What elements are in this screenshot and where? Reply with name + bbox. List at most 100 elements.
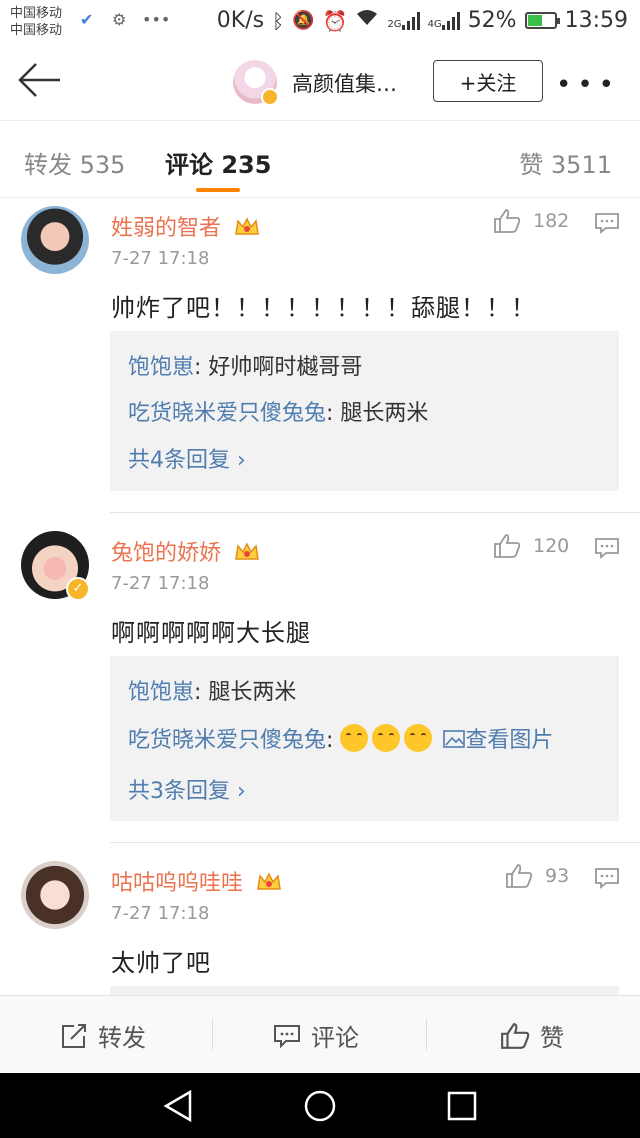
reply-username[interactable]: 吃货晓米爱只傻兔兔: [128, 401, 326, 426]
status-right: 0K/s ᛒ 🔕 ⏰ 2G 4G 52% 13:59: [217, 8, 628, 33]
comment-item: 咕咕呜呜哇哇 7-27 17:18 93 太帅了吧: [0, 843, 640, 995]
like-count: 120: [533, 535, 570, 557]
repost-label: 转发: [98, 1024, 146, 1052]
title-bar: 高颜值集… +关注 •••: [0, 44, 640, 120]
settings-icon: ⚙: [112, 10, 127, 29]
like-bottom-button[interactable]: 赞: [500, 1018, 564, 1053]
reply-line: 饱饱崽: 腿长两米: [128, 674, 296, 706]
tab-repost[interactable]: 转发 535: [24, 145, 125, 180]
reply-comment-icon[interactable]: [594, 537, 620, 559]
network-speed: 0K/s: [216, 8, 265, 33]
verified-badge-icon: [261, 88, 279, 106]
channel-avatar[interactable]: [233, 60, 279, 106]
username-text: 咕咕呜呜哇哇: [111, 871, 244, 896]
like-button[interactable]: 120: [493, 533, 569, 559]
check-badge-icon: ✔: [80, 10, 94, 29]
bottom-action-bar: 转发 评论 赞: [0, 995, 640, 1073]
avatar[interactable]: [21, 206, 89, 274]
like-label: 赞: [540, 1024, 564, 1052]
comment-username[interactable]: 姓弱的智者: [111, 210, 260, 242]
comment-button[interactable]: 评论: [273, 1018, 359, 1053]
avatar[interactable]: [21, 861, 89, 929]
channel-name[interactable]: 高颜值集…: [292, 68, 397, 98]
emoji-icon: [340, 724, 369, 752]
comment-text: 太帅了吧: [111, 949, 211, 977]
tab-likes[interactable]: 赞 3511: [519, 145, 612, 180]
vip-crown-icon: [235, 217, 259, 235]
reply-line: 吃货晓米爱只傻兔兔: 查看图片: [128, 722, 553, 754]
more-notifications-icon: •••: [142, 10, 171, 29]
reply-comment-icon[interactable]: [594, 212, 620, 234]
like-count: 93: [545, 865, 570, 887]
nav-recents-icon[interactable]: [446, 1090, 478, 1122]
status-bar: 中国移动 中国移动 ✔ ⚙ ••• 0K/s ᛒ 🔕 ⏰ 2G 4G 52% 1…: [0, 0, 640, 44]
bluetooth-icon: ᛒ: [272, 8, 285, 33]
action-separator: [426, 1018, 427, 1050]
carrier-labels: 中国移动 中国移动: [10, 5, 62, 39]
like-count: 182: [533, 210, 570, 232]
back-button[interactable]: [14, 60, 64, 100]
comment-label: 评论: [311, 1024, 359, 1052]
reply-text: : 腿长两米: [194, 680, 297, 705]
comment-username[interactable]: 兔饱的娇娇: [111, 535, 260, 567]
reply-username[interactable]: 吃货晓米爱只傻兔兔: [128, 728, 326, 753]
reply-line: 饱饱崽: 好帅啊时樾哥哥: [128, 349, 362, 381]
alarm-icon: ⏰: [322, 8, 348, 33]
emoji-icon: [372, 724, 401, 752]
comment-time: 7-27 17:18: [111, 573, 210, 594]
battery-icon: [524, 12, 560, 29]
verified-badge-icon: ✓: [66, 577, 90, 601]
replies-box[interactable]: 饱饱崽: 好帅啊时樾哥哥 吃货晓米爱只傻兔兔: 腿长两米 共4条回复 ›: [110, 331, 619, 491]
reply-comment-icon[interactable]: [594, 867, 620, 889]
repost-button[interactable]: 转发: [60, 1018, 146, 1053]
comment-text: 啊啊啊啊啊大长腿: [111, 619, 311, 647]
nav-back-icon[interactable]: [160, 1089, 196, 1123]
view-image-label: 查看图片: [465, 728, 554, 753]
tab-comments[interactable]: 评论 235: [165, 145, 271, 180]
thumbs-up-icon: [494, 209, 521, 233]
username-text: 姓弱的智者: [111, 216, 222, 241]
vip-crown-icon: [235, 542, 259, 560]
carrier-1: 中国移动: [10, 6, 63, 21]
view-image-link[interactable]: 查看图片: [443, 728, 553, 753]
nav-home-icon[interactable]: [302, 1088, 338, 1124]
like-button[interactable]: 93: [505, 863, 569, 889]
signal-4g-icon: 4G: [427, 11, 460, 30]
comment-text: 帅炸了吧！！！！！！！！舔腿！！！: [111, 294, 536, 322]
reply-line: 吃货晓米爱只傻兔兔: 腿长两米: [128, 395, 428, 427]
thumbs-up-icon: [501, 1022, 530, 1049]
net-4g-label: 4G: [427, 18, 442, 30]
action-separator: [212, 1018, 213, 1050]
comment-username[interactable]: 咕咕呜呜哇哇: [111, 865, 282, 897]
thumbs-up-icon: [494, 534, 521, 558]
reply-username[interactable]: 饱饱崽: [128, 680, 194, 705]
mute-icon: 🔕: [292, 10, 315, 31]
replies-box[interactable]: 饱饱崽: 腿长两米 吃货晓米爱只傻兔兔: 查看图片 共3条回复 ›: [110, 656, 619, 821]
comment-icon: [274, 1024, 300, 1048]
signal-2g-icon: 2G: [387, 11, 420, 30]
clock: 13:59: [564, 8, 628, 33]
like-button[interactable]: 182: [493, 208, 569, 234]
comment-item: 姓弱的智者 7-27 17:18 182 帅炸了吧！！！！！！！！舔腿！！！ 饱…: [0, 198, 640, 513]
comment-time: 7-27 17:18: [111, 903, 210, 924]
more-menu-icon[interactable]: •••: [556, 70, 620, 100]
more-replies-link[interactable]: 共3条回复 ›: [128, 773, 246, 805]
follow-button[interactable]: +关注: [433, 60, 543, 102]
wifi-icon: [355, 9, 379, 32]
thumbs-up-icon: [506, 864, 533, 888]
back-arrow-icon: [18, 63, 60, 97]
reply-text: :: [326, 728, 341, 753]
active-tab-indicator: [196, 188, 240, 192]
comment-time: 7-27 17:18: [111, 248, 210, 269]
tab-bar: 转发 535 评论 235 赞 3511: [0, 120, 640, 198]
vip-crown-icon: [257, 872, 281, 890]
reply-username[interactable]: 饱饱崽: [128, 355, 194, 380]
system-nav-bar: [0, 1073, 640, 1138]
emoji-icon: [404, 724, 433, 752]
more-replies-link[interactable]: 共4条回复 ›: [128, 442, 246, 474]
net-2g-label: 2G: [387, 18, 402, 30]
comment-item: ✓ 兔饱的娇娇 7-27 17:18 120 啊啊啊啊啊大长腿 饱饱崽: 腿长两…: [0, 513, 640, 843]
replies-box[interactable]: [110, 986, 619, 995]
image-icon: [443, 730, 466, 748]
reply-text: : 腿长两米: [326, 401, 429, 426]
